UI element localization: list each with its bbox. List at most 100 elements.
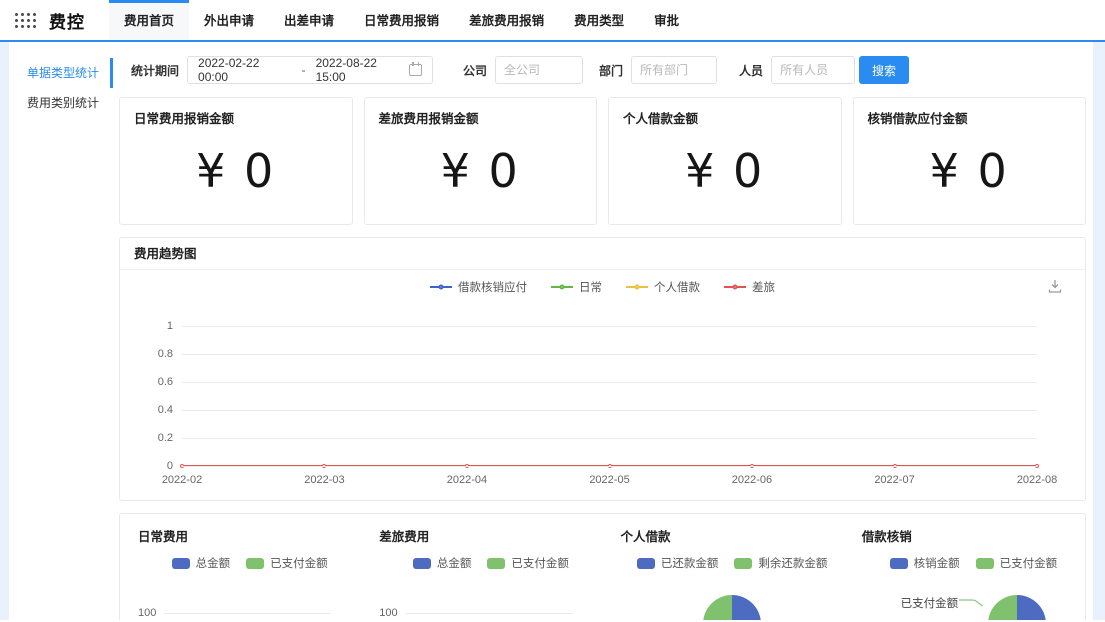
y-axis-tick-label: 0.4: [158, 404, 173, 416]
top-bar: 费控 费用首页外出申请出差申请日常费用报销差旅费用报销费用类型审批: [0, 0, 1105, 42]
pie-chart[interactable]: [988, 595, 1046, 620]
legend-label: 核销金额: [914, 555, 960, 571]
summary-section-title: 日常费用: [138, 526, 361, 545]
stat-card-title: 日常费用报销金额: [134, 108, 338, 127]
stats-row: 日常费用报销金额¥ 0差旅费用报销金额¥ 0个人借款金额¥ 0核销借款应付金额¥…: [119, 97, 1086, 225]
period-label: 统计期间: [131, 62, 179, 79]
summary-charts-card: 日常费用总金额已支付金额100差旅费用总金额已支付金额100个人借款已还款金额剩…: [119, 513, 1086, 620]
legend-marker-icon: [430, 286, 452, 288]
summary-legend: 已还款金额 剩余还款金额: [621, 555, 844, 571]
stat-card-value: ¥ 0: [134, 127, 338, 214]
legend-label: 差旅: [752, 279, 775, 295]
x-axis-tick-label: 2022-06: [732, 474, 772, 486]
legend-item[interactable]: 日常: [551, 279, 602, 295]
legend-item[interactable]: 核销金额: [890, 555, 960, 571]
x-axis-tick-label: 2022-08: [1017, 474, 1057, 486]
main-content: 统计期间 2022-02-22 00:00 - 2022-08-22 15:00…: [113, 42, 1093, 620]
legend-item[interactable]: 借款核销应付: [430, 279, 527, 295]
trend-chart-body: 借款核销应付日常个人借款差旅 10.80.60.40.202022-022022…: [120, 270, 1085, 500]
pie-area: [621, 595, 844, 620]
y-axis-tick-label: 0: [167, 460, 173, 472]
legend-item[interactable]: 已还款金额: [637, 555, 719, 571]
legend-swatch-icon: [976, 558, 994, 569]
summary-section: 借款核销核销金额已支付金额已支付金额: [844, 526, 1085, 620]
app-title: 费控: [49, 8, 85, 33]
pie-chart[interactable]: [703, 595, 761, 620]
legend-item[interactable]: 总金额: [413, 555, 472, 571]
nav-tab[interactable]: 差旅费用报销: [454, 0, 559, 40]
nav-tab[interactable]: 费用首页: [109, 0, 189, 40]
x-axis-tick-label: 2022-03: [304, 474, 344, 486]
summary-section-title: 差旅费用: [379, 526, 602, 545]
gridline: [182, 410, 1037, 411]
sidebar: 单据类型统计费用类别统计: [9, 42, 113, 620]
trend-chart-title: 费用趋势图: [120, 238, 1085, 270]
stat-card: 差旅费用报销金额¥ 0: [364, 97, 598, 225]
summary-section: 日常费用总金额 已支付金额 100: [120, 526, 361, 620]
legend-marker-icon: [724, 286, 746, 288]
legend-label: 剩余还款金额: [758, 555, 827, 571]
app-launcher-icon[interactable]: [14, 12, 37, 29]
pie-callout-line-icon: [958, 595, 984, 607]
stat-card-value: ¥ 0: [868, 127, 1072, 214]
app-root: 费控 费用首页外出申请出差申请日常费用报销差旅费用报销费用类型审批 单据类型统计…: [0, 0, 1105, 622]
legend-label: 已支付金额: [270, 555, 328, 571]
nav-tab[interactable]: 审批: [639, 0, 694, 40]
legend-item[interactable]: 总金额: [172, 555, 231, 571]
stat-card-title: 差旅费用报销金额: [379, 108, 583, 127]
stat-card-title: 核销借款应付金额: [868, 108, 1072, 127]
legend-label: 总金额: [196, 555, 231, 571]
legend-swatch-icon: [246, 558, 264, 569]
gridline: [182, 382, 1037, 383]
legend-swatch-icon: [637, 558, 655, 569]
legend-item[interactable]: 已支付金额: [487, 555, 569, 571]
nav-tab[interactable]: 出差申请: [269, 0, 349, 40]
y-axis-tick-label: 0.2: [158, 432, 173, 444]
legend-item[interactable]: 已支付金额: [246, 555, 328, 571]
calendar-icon: [409, 64, 422, 76]
legend-swatch-icon: [172, 558, 190, 569]
person-input[interactable]: [771, 56, 855, 84]
right-edge-strip: [1093, 42, 1105, 620]
person-label: 人员: [739, 62, 763, 79]
sidebar-item[interactable]: 费用类别统计: [9, 88, 113, 118]
y-axis-tick-label: 0.6: [158, 376, 173, 388]
stat-card-title: 个人借款金额: [623, 108, 827, 127]
nav-tab[interactable]: 费用类型: [559, 0, 639, 40]
legend-item[interactable]: 已支付金额: [976, 555, 1058, 571]
nav-tab[interactable]: 日常费用报销: [349, 0, 454, 40]
gridline: [406, 613, 573, 614]
left-edge-strip: [0, 42, 9, 620]
stat-card-value: ¥ 0: [379, 127, 583, 214]
nav-tab[interactable]: 外出申请: [189, 0, 269, 40]
legend-swatch-icon: [487, 558, 505, 569]
legend-item[interactable]: 差旅: [724, 279, 775, 295]
legend-swatch-icon: [890, 558, 908, 569]
bar-axis-row: 100: [138, 607, 361, 619]
stat-card: 核销借款应付金额¥ 0: [853, 97, 1087, 225]
summary-section: 个人借款已还款金额 剩余还款金额: [603, 526, 844, 620]
legend-swatch-icon: [734, 558, 752, 569]
y-axis-tick-label: 0.8: [158, 348, 173, 360]
x-axis-tick-label: 2022-05: [589, 474, 629, 486]
gridline: [164, 613, 331, 614]
company-input[interactable]: [495, 56, 583, 84]
gridline: [182, 354, 1037, 355]
department-label: 部门: [599, 62, 623, 79]
legend-item[interactable]: 剩余还款金额: [734, 555, 827, 571]
search-button[interactable]: 搜索: [859, 56, 909, 84]
summary-legend: 总金额 已支付金额: [379, 555, 602, 571]
legend-item[interactable]: 个人借款: [626, 279, 700, 295]
pie-callout-text: 已支付金额: [901, 595, 959, 611]
summary-section-title: 个人借款: [621, 526, 844, 545]
legend-label: 已支付金额: [511, 555, 569, 571]
pie-area: 已支付金额: [862, 595, 1085, 620]
department-input[interactable]: [631, 56, 717, 84]
gridline: [182, 326, 1037, 327]
sidebar-item[interactable]: 单据类型统计: [9, 58, 113, 88]
date-range-input[interactable]: 2022-02-22 00:00 - 2022-08-22 15:00: [187, 56, 433, 84]
x-axis-tick-label: 2022-07: [874, 474, 914, 486]
legend-label: 已还款金额: [661, 555, 719, 571]
download-icon[interactable]: [1047, 278, 1063, 294]
date-start: 2022-02-22 00:00: [198, 56, 292, 84]
